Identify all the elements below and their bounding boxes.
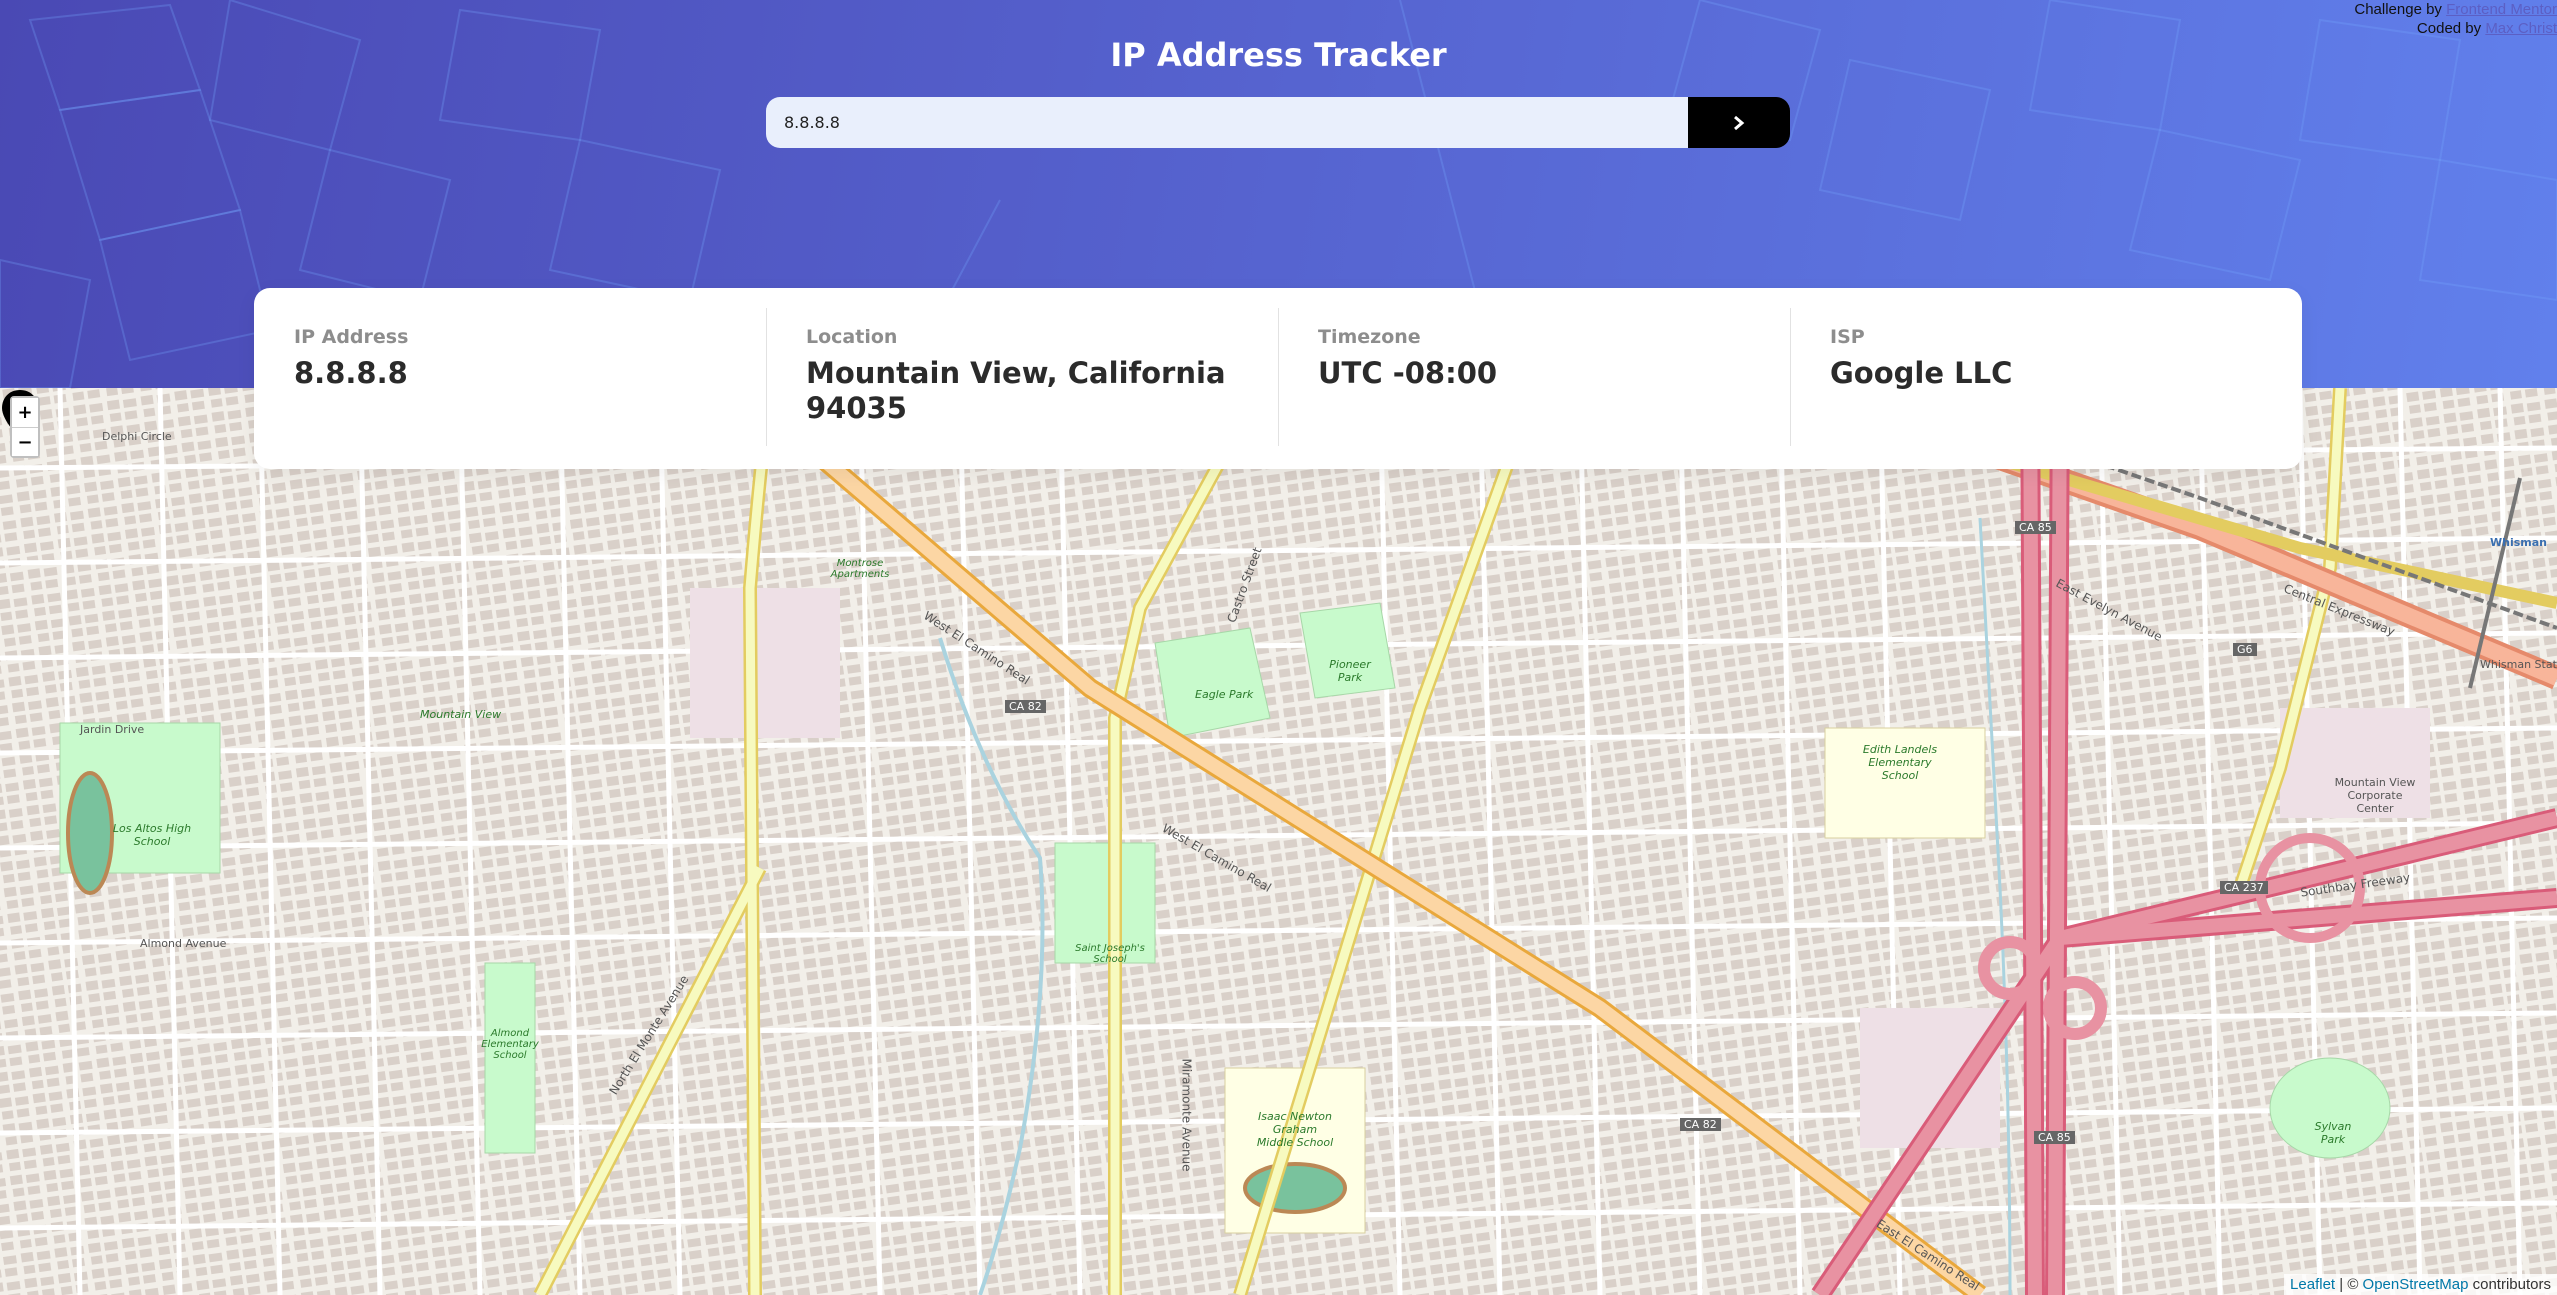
attribution-suffix: contributors [2468, 1276, 2551, 1293]
map-label-eagle-park: Eagle Park [1195, 688, 1254, 701]
map-label-ca82: CA 82 [1005, 700, 1046, 713]
location-value: Mountain View, California 94035 [806, 356, 1226, 425]
map-label-miramonte: Miramonte Avenue [1179, 1058, 1194, 1172]
location-label: Location [806, 326, 898, 348]
map-label-almond-ave: Almond Avenue [140, 937, 227, 950]
map-label-corporate-center: Mountain View Corporate Center [2334, 776, 2416, 815]
chevron-right-icon [1734, 115, 1745, 130]
page-title: IP Address Tracker [1110, 36, 1447, 74]
map-view[interactable]: Delphi Circle Jardin Drive Almond Avenue… [0, 388, 2557, 1295]
ip-address-cell: IP Address 8.8.8.8 [254, 288, 766, 469]
map-label-ca85: CA 85 [2015, 521, 2056, 534]
map-tiles [0, 388, 2557, 1295]
timezone-label: Timezone [1318, 326, 1421, 348]
attribution-separator: | © [2335, 1276, 2363, 1293]
map-label-ca82-b: CA 82 [1680, 1118, 1721, 1131]
map-label-pioneer-park: Pioneer Park [1329, 658, 1371, 684]
location-cell: Location Mountain View, California 94035 [766, 288, 1278, 469]
isp-cell: ISP Google LLC [1790, 288, 2302, 469]
map-label-ca85-b: CA 85 [2034, 1131, 2075, 1144]
isp-value: Google LLC [1830, 356, 2013, 390]
map-label-whisman: Whisman [2490, 536, 2547, 549]
isp-label: ISP [1830, 326, 1865, 348]
search-submit-button[interactable] [1688, 97, 1790, 148]
map-attribution: Leaflet | © OpenStreetMap contributors [2284, 1274, 2557, 1295]
ip-address-label: IP Address [294, 326, 409, 348]
leaflet-link[interactable]: Leaflet [2290, 1276, 2335, 1293]
map-label-isaac-newton: Isaac Newton Graham Middle School [1256, 1110, 1334, 1149]
map-label-sylvan-park: Sylvan Park [2314, 1120, 2352, 1146]
zoom-out-button[interactable]: − [12, 427, 38, 456]
author-link[interactable]: Max Christ [2485, 20, 2557, 37]
challenge-prefix: Challenge by [2354, 1, 2442, 18]
map-label-whisman-station: Whisman Station [2480, 658, 2557, 671]
map-label-mountain-view: Mountain View [420, 708, 502, 721]
osm-link[interactable]: OpenStreetMap [2363, 1276, 2469, 1293]
ip-address-value: 8.8.8.8 [294, 356, 408, 390]
map-label-ca237: CA 237 [2220, 881, 2268, 894]
map-label-almond-school: Almond Elementary School [481, 1028, 539, 1061]
ip-info-card: IP Address 8.8.8.8 Location Mountain Vie… [254, 288, 2302, 469]
ip-search-input[interactable] [766, 97, 1688, 148]
map-label-montrose: Montrose Apartments [830, 558, 890, 580]
zoom-control: + − [10, 396, 40, 458]
map-label-saint-josephs: Saint Joseph's School [1075, 943, 1145, 965]
map-label-edith-landels: Edith Landels Elementary School [1862, 743, 1938, 782]
timezone-cell: Timezone UTC -08:00 [1278, 288, 1790, 469]
map-label-g6: G6 [2233, 643, 2257, 656]
search-bar [766, 97, 1790, 148]
zoom-in-button[interactable]: + [12, 398, 38, 427]
coded-prefix: Coded by [2416, 20, 2482, 37]
map-label-delphi: Delphi Circle [102, 430, 172, 443]
map-label-los-altos-hs: Los Altos High School [112, 822, 192, 848]
frontend-mentor-link[interactable]: Frontend Mentor [2446, 1, 2557, 18]
timezone-value: UTC -08:00 [1318, 356, 1498, 390]
challenge-attribution: Challenge by Frontend Mentor Coded by Ma… [2354, 0, 2557, 38]
map-label-jardin: Jardin Drive [80, 723, 145, 736]
